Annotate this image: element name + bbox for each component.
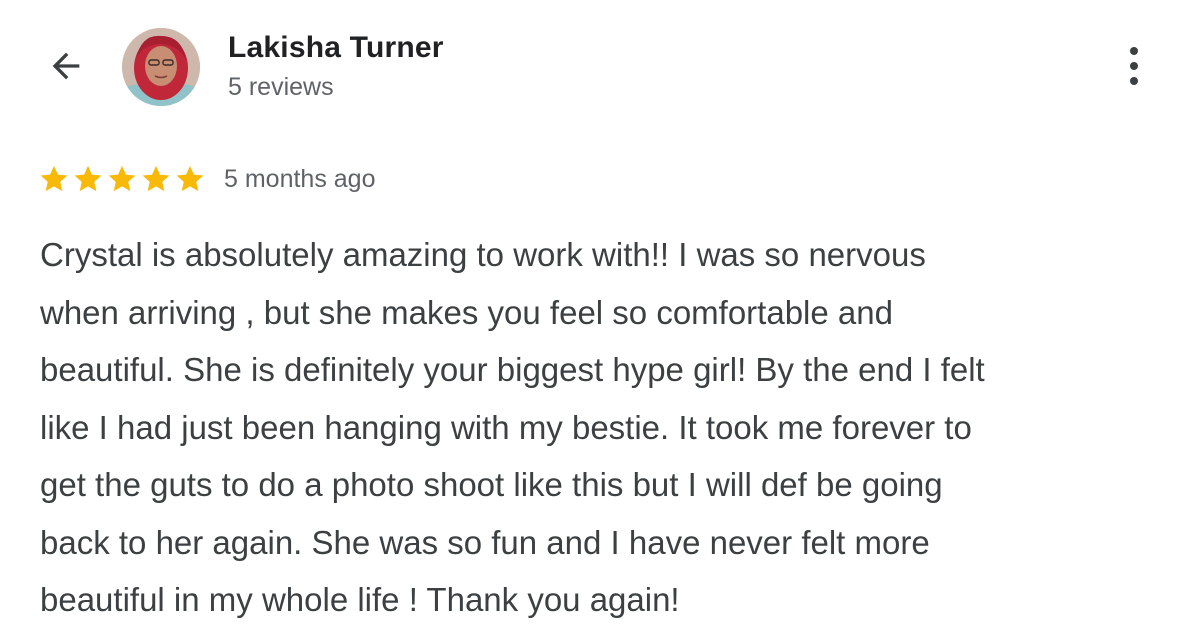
star-rating xyxy=(38,163,206,195)
review-date: 5 months ago xyxy=(224,164,376,193)
star-icon xyxy=(174,163,206,195)
avatar[interactable] xyxy=(122,28,200,106)
review-text: Crystal is absolutely amazing to work wi… xyxy=(40,226,1160,629)
star-icon xyxy=(38,163,70,195)
review-text-line: like I had just been hanging with my bes… xyxy=(40,408,972,446)
back-button[interactable] xyxy=(40,40,92,92)
star-icon xyxy=(140,163,172,195)
review-text-line: get the guts to do a photo shoot like th… xyxy=(40,466,943,503)
rating-row: 5 months ago xyxy=(38,160,376,198)
arrow-back-icon xyxy=(52,52,80,80)
more-options-button[interactable] xyxy=(1112,40,1156,92)
review-count: 5 reviews xyxy=(228,73,334,101)
reviewer-info[interactable]: Lakisha Turner 5 reviews xyxy=(228,30,444,104)
more-vert-icon xyxy=(1130,47,1138,85)
review-text-line: back to her again. She was so fun and I … xyxy=(40,523,930,561)
reviewer-name[interactable]: Lakisha Turner xyxy=(228,30,444,66)
star-icon xyxy=(106,163,138,195)
review-text-line: when arriving , but she makes you feel s… xyxy=(40,293,893,331)
star-icon xyxy=(72,163,104,195)
review-text-line: beautiful in my whole life ! Thank you a… xyxy=(40,581,680,618)
review-text-line: Crystal is absolutely amazing to work wi… xyxy=(40,236,926,273)
review-text-line: beautiful. She is definitely your bigges… xyxy=(40,351,985,388)
